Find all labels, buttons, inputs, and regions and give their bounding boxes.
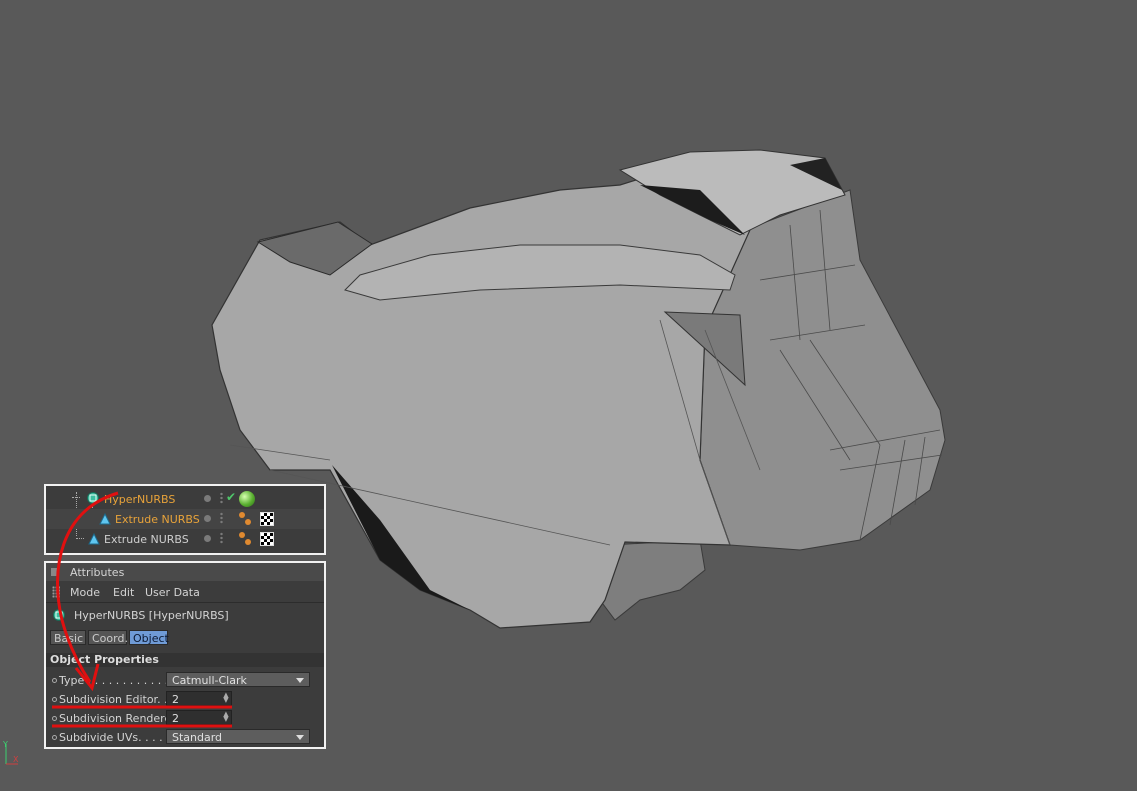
enabled-check-icon[interactable]: ✔ [226,490,236,504]
render-dots[interactable] [220,492,223,504]
tab-object[interactable]: Object [129,630,169,645]
type-dropdown[interactable]: Catmull-Clark [166,672,310,687]
chevron-down-icon [296,678,304,683]
object-row-extrude-1[interactable]: Extrude NURBS [46,509,324,529]
visibility-dot[interactable] [204,495,211,502]
visibility-dot[interactable] [204,535,211,542]
material-sphere-icon[interactable] [239,491,255,507]
panel-menu-icon[interactable] [51,568,59,576]
keyframe-bullet[interactable] [52,678,57,683]
section-title: Object Properties [46,653,324,667]
visibility-dot[interactable] [204,515,211,522]
axis-y-label: Y [2,740,8,749]
keyframe-bullet[interactable] [52,716,57,721]
object-name: HyperNURBS [104,493,176,506]
property-label: Subdivide UVs. . . . . . [59,731,177,744]
attributes-menu-bar: Mode Edit User Data [46,583,324,601]
subdivision-renderer-spinner[interactable]: 2 ▲ ▼ [166,710,232,725]
subdivision-editor-spinner[interactable]: 2 ▲ ▼ [166,691,232,706]
object-title: HyperNURBS [HyperNURBS] [74,609,229,622]
keyframe-bullet[interactable] [52,735,57,740]
dropdown-value: Catmull-Clark [172,674,247,687]
subdivide-uvs-dropdown[interactable]: Standard [166,729,310,744]
hypernurbs-icon [87,492,99,504]
texture-tag-icon[interactable] [260,532,274,546]
spinner-arrows-icon[interactable]: ▲ ▼ [223,711,229,723]
property-subdivide-uvs: Subdivide UVs. . . . . . Standard [46,728,324,747]
object-row-extrude-2[interactable]: Extrude NURBS [46,529,324,549]
attributes-header: Attributes [46,563,324,581]
property-label: Subdivision Renderer [59,712,176,725]
texture-tag-icon[interactable] [260,512,274,526]
keyframe-bullet[interactable] [52,697,57,702]
tab-coord[interactable]: Coord. [88,630,128,645]
extrude-nurbs-icon [99,513,111,525]
axis-gizmo: Y X [2,740,19,765]
object-name: Extrude NURBS [104,533,189,546]
object-name: Extrude NURBS [115,513,200,526]
phong-tag-icon[interactable] [239,532,255,546]
attributes-panel: Attributes Mode Edit User Data HyperNURB… [44,561,326,749]
spinner-arrows-icon[interactable]: ▲ ▼ [223,692,229,704]
phong-tag-icon[interactable] [239,512,255,526]
property-subdivision-editor: Subdivision Editor. . . . 2 ▲ ▼ [46,690,324,709]
chevron-down-icon [296,735,304,740]
property-subdivision-renderer: Subdivision Renderer 2 ▲ ▼ [46,709,324,728]
render-dots[interactable] [220,532,223,544]
property-type: Type . . . . . . . . . . . . Catmull-Cla… [46,671,324,690]
menu-mode[interactable]: Mode [70,586,100,599]
axis-x-label: X [13,755,19,764]
property-label: Subdivision Editor. . . . [59,693,182,706]
object-manager-panel: HyperNURBS ✔ Extrude NURBS Extrude NURBS [44,484,326,555]
spinner-value: 2 [172,712,179,725]
mesh-model [211,149,946,629]
extrude-nurbs-icon [88,533,100,545]
menu-user-data[interactable]: User Data [145,586,200,599]
object-row-hypernurbs[interactable]: HyperNURBS ✔ [46,489,324,509]
menu-edit[interactable]: Edit [113,586,134,599]
dropdown-value: Standard [172,731,223,744]
attributes-title: Attributes [70,566,125,579]
render-dots[interactable] [220,512,223,524]
property-label: Type . . . . . . . . . . . . [59,674,169,687]
tab-basic[interactable]: Basic [50,630,86,645]
spinner-value: 2 [172,693,179,706]
grip-icon[interactable] [52,586,60,598]
hypernurbs-icon [53,609,65,621]
